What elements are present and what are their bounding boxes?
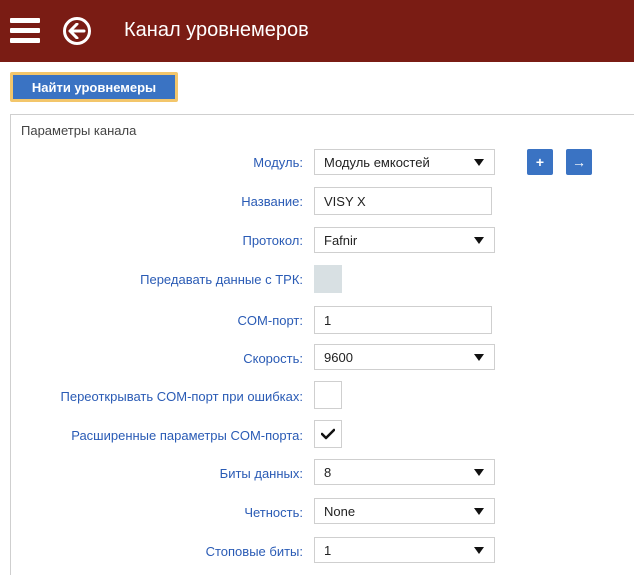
checkmark-icon	[321, 428, 335, 440]
reopen-com-checkbox[interactable]	[314, 381, 342, 409]
protocol-value: Fafnir	[324, 233, 358, 248]
page-title: Канал уровнемеров	[124, 19, 309, 41]
name-field[interactable]: VISY X	[314, 187, 492, 215]
name-label: Название:	[241, 194, 303, 209]
data-bits-label: Биты данных:	[219, 466, 303, 481]
chevron-down-icon	[474, 354, 484, 361]
add-button[interactable]: +	[527, 149, 553, 175]
chevron-down-icon	[474, 237, 484, 244]
pass-data-label: Передавать данные с ТРК:	[140, 272, 303, 287]
module-select[interactable]: Модуль емкостей	[314, 149, 495, 175]
data-bits-select[interactable]: 8	[314, 459, 495, 485]
parity-value: None	[324, 504, 356, 519]
extended-com-checkbox[interactable]	[314, 420, 342, 448]
speed-select[interactable]: 9600	[314, 344, 495, 370]
stop-bits-label: Стоповые биты:	[205, 544, 303, 559]
back-arrow-icon[interactable]	[63, 17, 91, 45]
parity-label: Четность:	[244, 505, 303, 520]
com-port-field[interactable]: 1	[314, 306, 492, 334]
find-level-gauges-button[interactable]: Найти уровнемеры	[10, 72, 178, 102]
channel-params-panel: Параметры канала Модуль: Модуль емкостей…	[10, 114, 634, 575]
hamburger-icon[interactable]	[10, 18, 40, 44]
stop-bits-value: 1	[324, 543, 332, 558]
chevron-down-icon	[474, 508, 484, 515]
app-header: Канал уровнемеров	[0, 0, 634, 62]
stop-bits-select[interactable]: 1	[314, 537, 495, 563]
protocol-label: Протокол:	[242, 233, 303, 248]
speed-label: Скорость:	[243, 351, 303, 366]
data-bits-value: 8	[324, 465, 332, 480]
chevron-down-icon	[474, 159, 484, 166]
extended-com-label: Расширенные параметры COM-порта:	[71, 428, 303, 443]
parity-select[interactable]: None	[314, 498, 495, 524]
chevron-down-icon	[474, 547, 484, 554]
module-value: Модуль емкостей	[324, 155, 430, 170]
chevron-down-icon	[474, 469, 484, 476]
protocol-select[interactable]: Fafnir	[314, 227, 495, 253]
speed-value: 9600	[324, 350, 353, 365]
next-button[interactable]: →	[566, 149, 592, 175]
reopen-com-label: Переоткрывать COM-порт при ошибках:	[60, 389, 304, 404]
pass-data-checkbox[interactable]	[314, 265, 342, 293]
com-port-label: COM-порт:	[237, 313, 303, 328]
module-label: Модуль:	[253, 155, 303, 170]
panel-title: Параметры канала	[21, 123, 137, 138]
